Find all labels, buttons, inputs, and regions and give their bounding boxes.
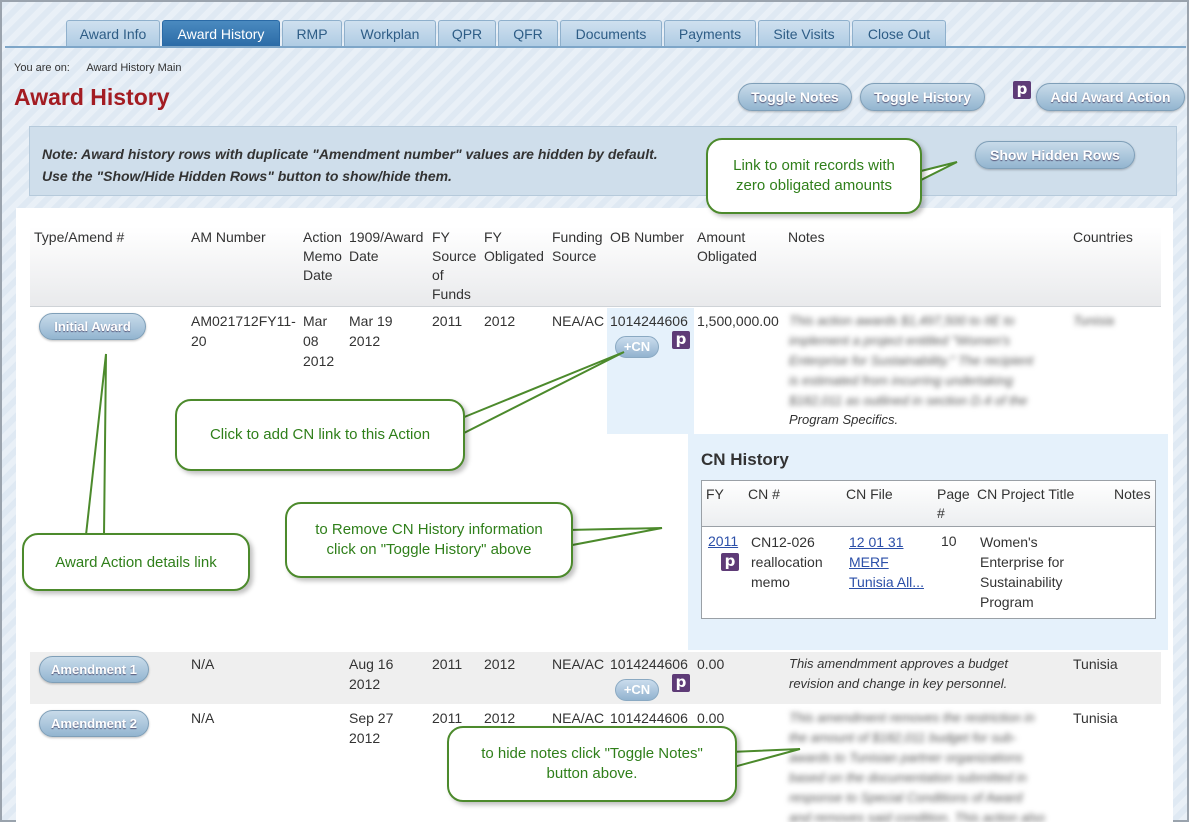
callout-omit-records: Link to omit records with zero obligated … [706, 138, 922, 214]
callout-remove-cn-history: to Remove CN History information click on… [285, 502, 573, 578]
callout-details-link: Award Action details link [22, 533, 250, 591]
callout-add-cn: Click to add CN link to this Action [175, 399, 465, 471]
callout-hide-notes: to hide notes click "Toggle Notes" button… [447, 726, 737, 802]
